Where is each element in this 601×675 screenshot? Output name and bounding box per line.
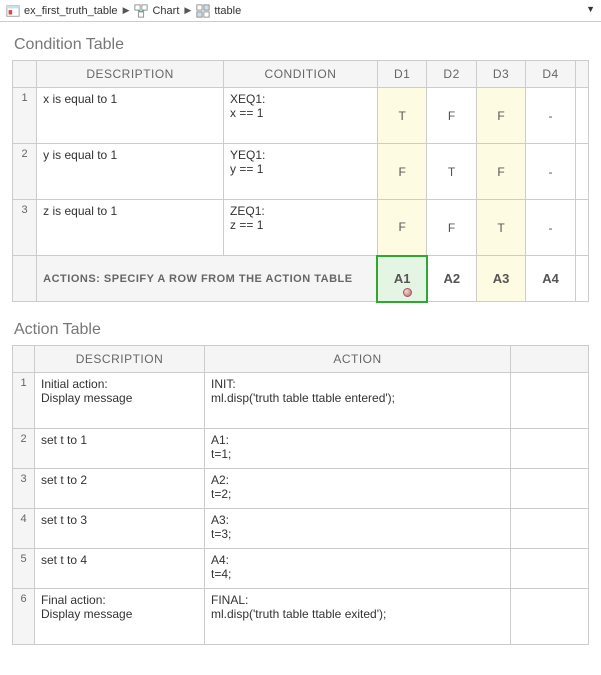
row-number: 4 (13, 508, 35, 548)
header-d1[interactable]: D1 (377, 61, 426, 88)
row-number: 5 (13, 548, 35, 588)
header-blank (511, 345, 589, 372)
condition-row: 1x is equal to 1XEQ1:x == 1TFF- (13, 88, 589, 144)
header-d2[interactable]: D2 (427, 61, 476, 88)
decision-cell[interactable]: F (377, 200, 426, 256)
action-row: 1Initial action:Display messageINIT:ml.d… (13, 372, 589, 428)
action-description-cell[interactable]: set t to 1 (35, 428, 205, 468)
condition-description-cell[interactable]: y is equal to 1 (37, 144, 224, 200)
decision-cell[interactable]: T (377, 88, 426, 144)
condition-table-title: Condition Table (14, 36, 589, 54)
decision-cell[interactable]: F (476, 144, 525, 200)
decision-cell[interactable]: F (427, 88, 476, 144)
breadcrumb-sep-icon: ▶ (184, 5, 191, 16)
header-blank (13, 61, 37, 88)
header-d3[interactable]: D3 (476, 61, 525, 88)
action-ref-cell[interactable]: A1 (377, 256, 426, 302)
decision-cell[interactable]: T (427, 144, 476, 200)
blank-cell (575, 144, 588, 200)
action-code-cell[interactable]: INIT:ml.disp('truth table ttable entered… (205, 372, 511, 428)
condition-table: DESCRIPTION CONDITION D1 D2 D3 D4 1x is … (12, 60, 589, 303)
action-code-cell[interactable]: A1:t=1; (205, 428, 511, 468)
condition-row: 2y is equal to 1YEQ1:y == 1FTF- (13, 144, 589, 200)
action-description-cell[interactable]: set t to 4 (35, 548, 205, 588)
condition-expr-cell[interactable]: ZEQ1:z == 1 (224, 200, 378, 256)
action-code-cell[interactable]: A2:t=2; (205, 468, 511, 508)
breadcrumb-label: ttable (214, 5, 241, 17)
breakpoint-icon (403, 288, 412, 297)
action-row: 2set t to 1A1:t=1; (13, 428, 589, 468)
action-ref-cell[interactable]: A3 (476, 256, 525, 302)
condition-expr-cell[interactable]: YEQ1:y == 1 (224, 144, 378, 200)
row-number: 2 (13, 144, 37, 200)
action-row: 3set t to 2A2:t=2; (13, 468, 589, 508)
chart-icon (134, 4, 148, 18)
row-number: 1 (13, 88, 37, 144)
breadcrumb-model[interactable]: ex_first_truth_table (6, 4, 118, 18)
header-description: DESCRIPTION (35, 345, 205, 372)
blank-cell (575, 200, 588, 256)
header-blank (13, 345, 35, 372)
decision-cell[interactable]: F (377, 144, 426, 200)
action-description-cell[interactable]: Final action:Display message (35, 588, 205, 644)
model-icon (6, 4, 20, 18)
row-number: 3 (13, 468, 35, 508)
action-description-cell[interactable]: Initial action:Display message (35, 372, 205, 428)
action-code-cell[interactable]: A4:t=4; (205, 548, 511, 588)
header-condition: CONDITION (224, 61, 378, 88)
breadcrumb-chart[interactable]: Chart (134, 4, 179, 18)
action-description-cell[interactable]: set t to 2 (35, 468, 205, 508)
header-action: ACTION (205, 345, 511, 372)
breadcrumb-ttable[interactable]: ttable (196, 4, 241, 18)
blank-cell (575, 256, 588, 302)
breadcrumb-dropdown-icon[interactable]: ▼ (586, 4, 595, 14)
action-ref-cell[interactable]: A4 (526, 256, 575, 302)
condition-description-cell[interactable]: z is equal to 1 (37, 200, 224, 256)
action-header-row: DESCRIPTION ACTION (13, 345, 589, 372)
decision-cell[interactable]: F (427, 200, 476, 256)
row-number: 6 (13, 588, 35, 644)
action-table: DESCRIPTION ACTION 1Initial action:Displ… (12, 345, 589, 645)
decision-cell[interactable]: F (476, 88, 525, 144)
breadcrumb-sep-icon: ▶ (123, 5, 130, 16)
breadcrumb: ex_first_truth_table ▶ Chart ▶ ttable ▼ (0, 0, 601, 22)
decision-cell[interactable]: - (526, 88, 575, 144)
header-d4[interactable]: D4 (526, 61, 575, 88)
condition-row: 3z is equal to 1ZEQ1:z == 1FFT- (13, 200, 589, 256)
row-number: 1 (13, 372, 35, 428)
condition-header-row: DESCRIPTION CONDITION D1 D2 D3 D4 (13, 61, 589, 88)
actions-label: ACTIONS: SPECIFY A ROW FROM THE ACTION T… (37, 256, 378, 302)
blank-cell (511, 548, 589, 588)
blank-cell (511, 372, 589, 428)
blank-cell (511, 428, 589, 468)
action-ref-cell[interactable]: A2 (427, 256, 476, 302)
blank-cell (511, 588, 589, 644)
action-row: 6Final action:Display messageFINAL:ml.di… (13, 588, 589, 644)
action-table-title: Action Table (14, 321, 589, 339)
condition-description-cell[interactable]: x is equal to 1 (37, 88, 224, 144)
action-code-cell[interactable]: FINAL:ml.disp('truth table ttable exited… (205, 588, 511, 644)
breadcrumb-label: ex_first_truth_table (24, 5, 118, 17)
decision-cell[interactable]: - (526, 144, 575, 200)
action-description-cell[interactable]: set t to 3 (35, 508, 205, 548)
blank-cell (575, 88, 588, 144)
row-number: 3 (13, 200, 37, 256)
row-number: 2 (13, 428, 35, 468)
action-row: 5set t to 4A4:t=4; (13, 548, 589, 588)
breadcrumb-label: Chart (152, 5, 179, 17)
header-blank (575, 61, 588, 88)
blank-cell (511, 468, 589, 508)
row-number (13, 256, 37, 302)
content-area: Condition Table DESCRIPTION CONDITION D1… (0, 22, 601, 661)
action-code-cell[interactable]: A3:t=3; (205, 508, 511, 548)
condition-actions-row: ACTIONS: SPECIFY A ROW FROM THE ACTION T… (13, 256, 589, 302)
blank-cell (511, 508, 589, 548)
decision-cell[interactable]: T (476, 200, 525, 256)
condition-expr-cell[interactable]: XEQ1:x == 1 (224, 88, 378, 144)
decision-cell[interactable]: - (526, 200, 575, 256)
header-description: DESCRIPTION (37, 61, 224, 88)
truth-table-icon (196, 4, 210, 18)
action-row: 4set t to 3A3:t=3; (13, 508, 589, 548)
